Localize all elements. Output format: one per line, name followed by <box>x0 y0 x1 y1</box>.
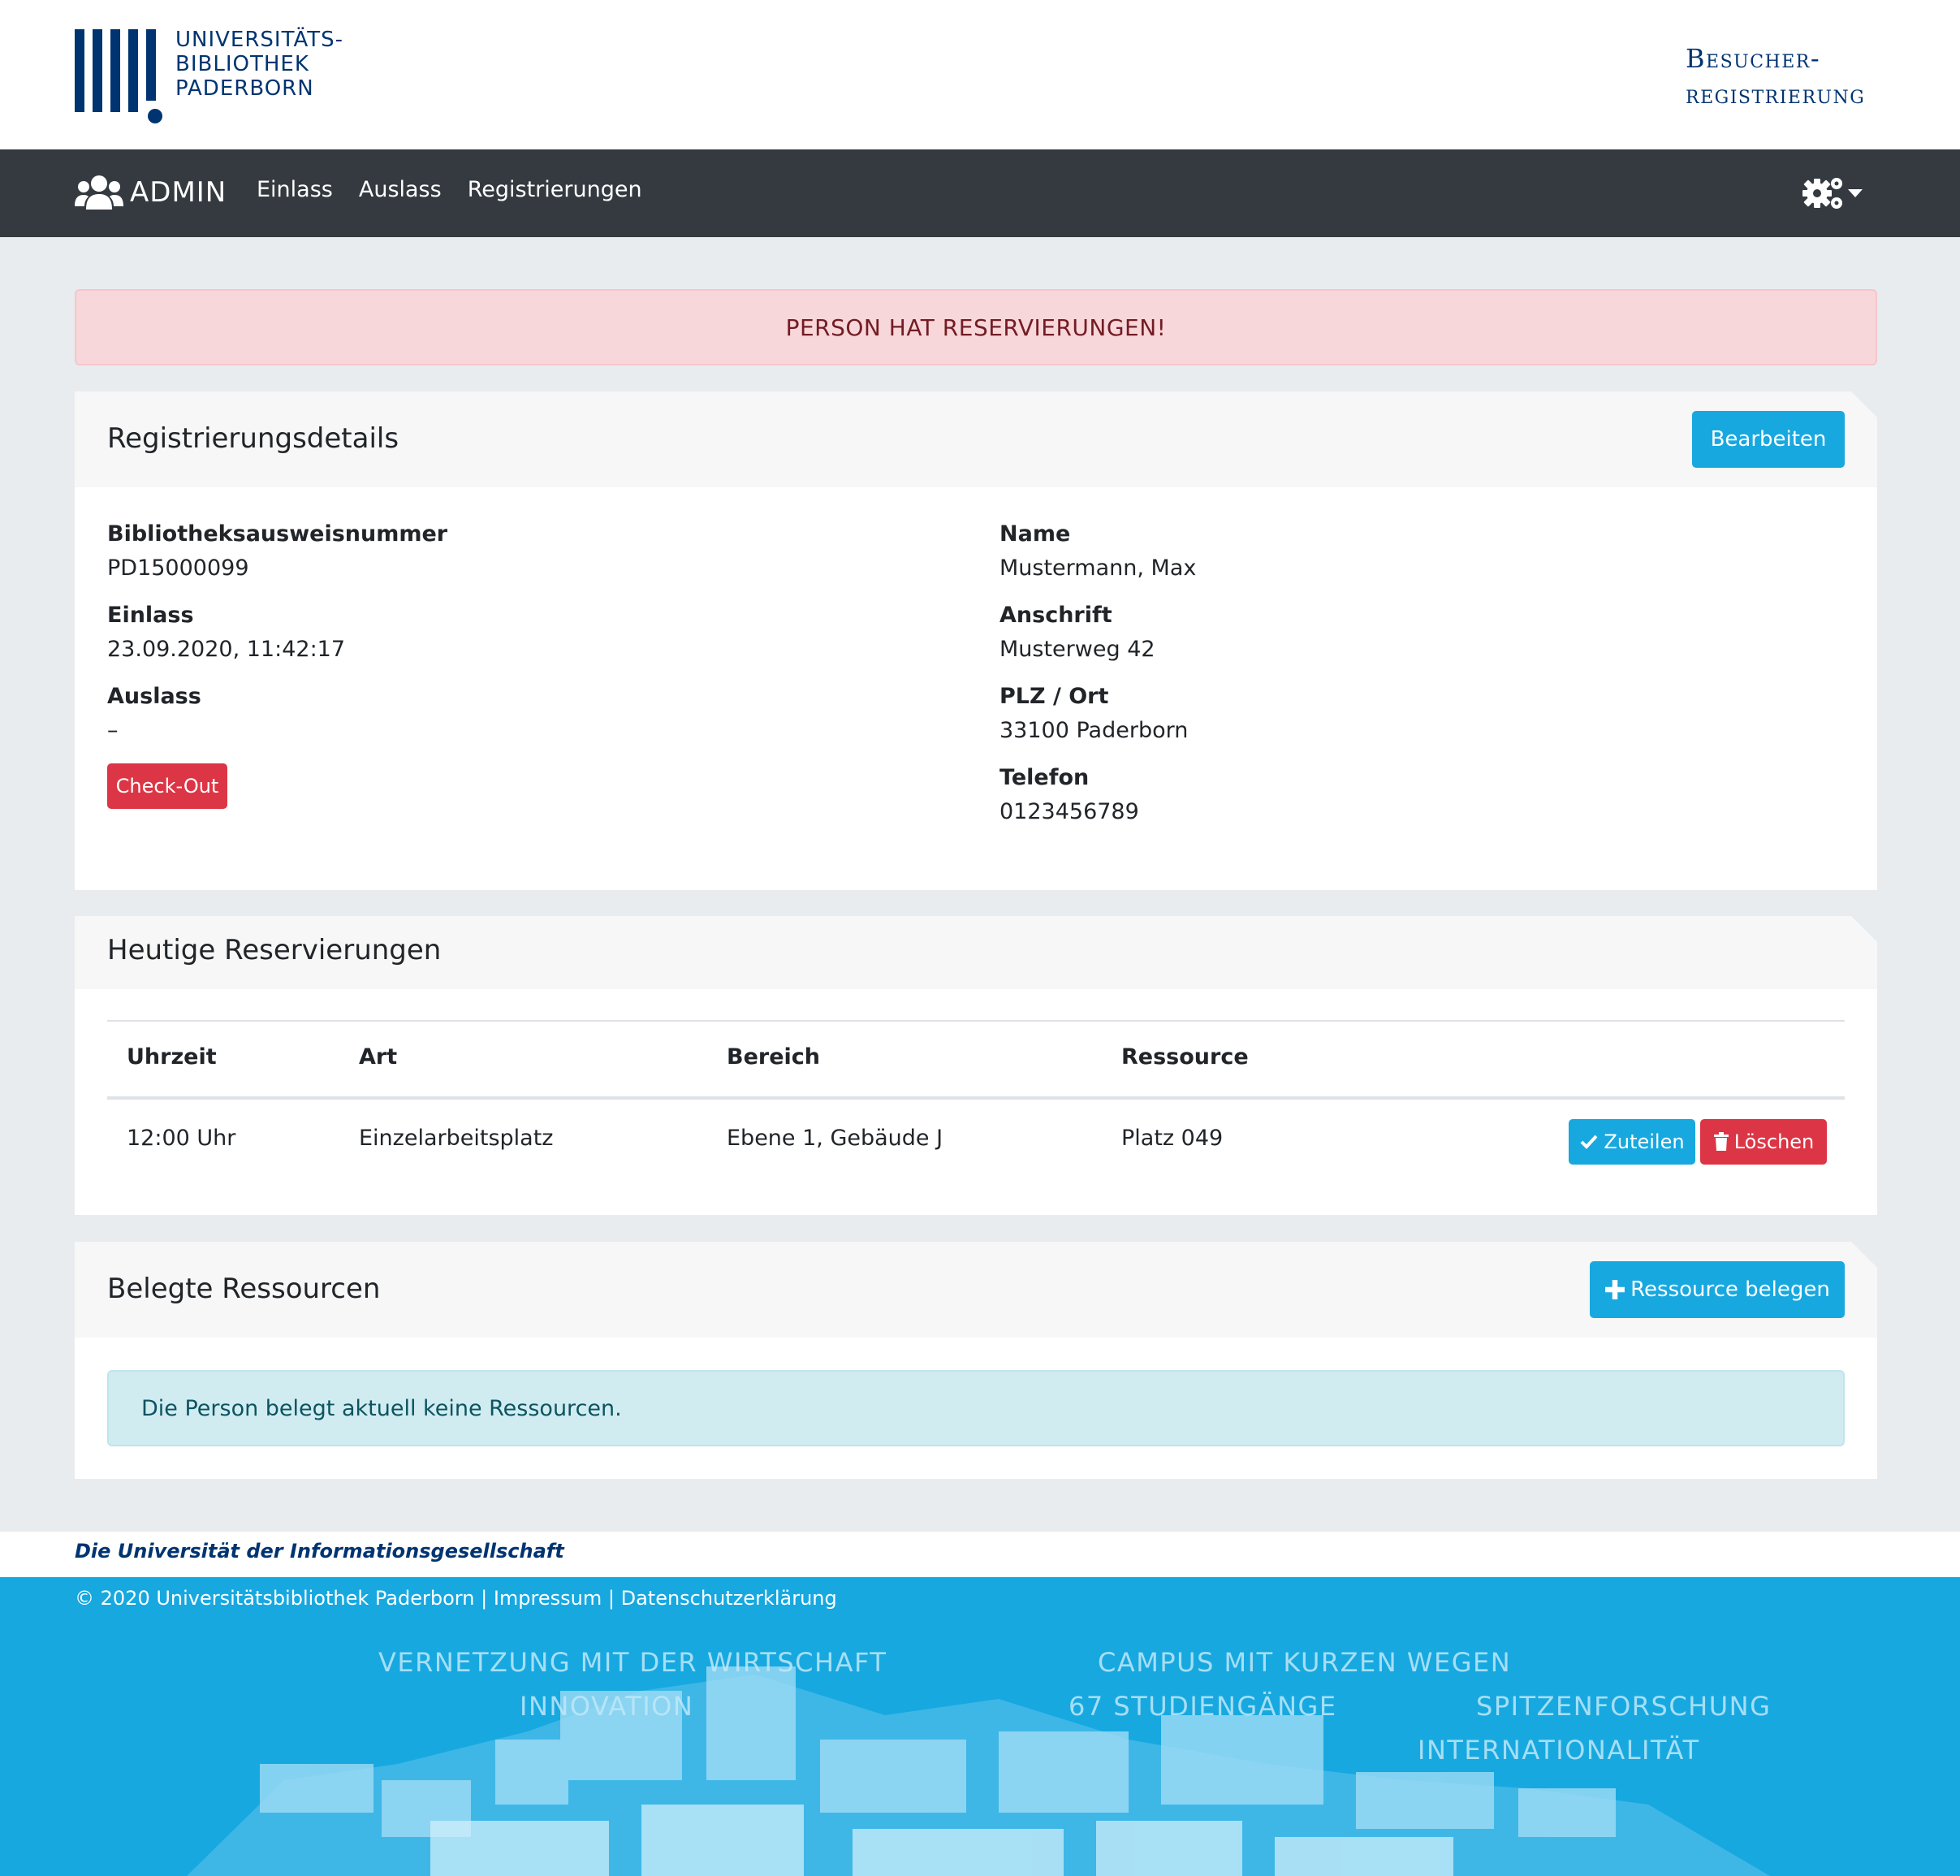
name-label: Name <box>999 521 1071 547</box>
add-resource-label: Ressource belegen <box>1630 1277 1830 1302</box>
footer-separator: | <box>481 1587 488 1610</box>
name-value: Mustermann, Max <box>999 555 1197 581</box>
logo-line: PADERBORN <box>175 76 314 101</box>
column-header-art: Art <box>359 1044 398 1070</box>
site-footer: © 2020 Universitätsbibliothek Paderborn … <box>0 1577 1960 1876</box>
app-title-line: Besucher- <box>1686 43 1821 74</box>
reservation-area: Ebene 1, Gebäude J <box>727 1126 943 1151</box>
university-tagline: Die Universität der Informationsgesellsc… <box>75 1540 564 1563</box>
address-label: Anschrift <box>999 603 1112 628</box>
entry-value: 23.09.2020, 11:42:17 <box>107 637 346 662</box>
no-resources-info: Die Person belegt aktuell keine Ressourc… <box>107 1370 1845 1446</box>
site-header: UNIVERSITÄTS- BIBLIOTHEK PADERBORN Besuc… <box>0 0 1960 149</box>
assign-button[interactable]: Zuteilen <box>1569 1119 1695 1165</box>
footer-claim: SPITZENFORSCHUNG <box>1476 1691 1772 1722</box>
users-icon <box>75 175 123 210</box>
city-label: PLZ / Ort <box>999 684 1109 709</box>
footer-claim: CAMPUS MIT KURZEN WEGEN <box>1098 1647 1512 1678</box>
navbar-brand[interactable]: ADMIN <box>75 172 227 213</box>
card-header: Belegte Ressourcen Ressource belegen <box>75 1242 1877 1338</box>
table-top-border <box>107 1020 1845 1022</box>
exit-label: Auslass <box>107 684 201 709</box>
edit-button[interactable]: Bearbeiten <box>1692 411 1845 468</box>
main-navbar: ADMIN Einlass Auslass Registrierungen <box>0 149 1960 237</box>
footer-separator: | <box>607 1587 615 1610</box>
app-title-line: registrierung <box>1686 79 1866 110</box>
nav-links: Einlass Auslass Registrierungen <box>257 177 642 202</box>
card-header: Registrierungsdetails Bearbeiten <box>75 391 1877 487</box>
gears-icon <box>1802 178 1842 209</box>
footer-claim: INNOVATION <box>520 1691 694 1722</box>
plus-icon <box>1605 1280 1625 1299</box>
reservation-type: Einzelarbeitsplatz <box>359 1126 554 1151</box>
nav-link-auslass[interactable]: Auslass <box>359 177 442 202</box>
card-title: Heutige Reservierungen <box>107 934 442 966</box>
table-header-border <box>107 1096 1845 1100</box>
logo-line: UNIVERSITÄTS- <box>175 28 343 52</box>
logo-text: UNIVERSITÄTS- BIBLIOTHEK PADERBORN <box>175 28 354 101</box>
exit-value: – <box>107 718 119 743</box>
chevron-down-icon <box>1848 189 1863 197</box>
card-title: Belegte Ressourcen <box>107 1273 381 1305</box>
card-title: Registrierungsdetails <box>107 422 399 455</box>
address-value: Musterweg 42 <box>999 637 1155 662</box>
footer-claim: INTERNATIONALITÄT <box>1418 1735 1700 1766</box>
card-number-label: Bibliotheksausweisnummer <box>107 521 448 547</box>
brand-label: ADMIN <box>130 176 227 209</box>
column-header-bereich: Bereich <box>727 1044 821 1070</box>
check-icon <box>1581 1135 1598 1149</box>
logo-line: BIBLIOTHEK <box>175 52 309 76</box>
occupied-resources-card: Belegte Ressourcen Ressource belegen Die… <box>75 1242 1877 1479</box>
university-library-logo[interactable]: UNIVERSITÄTS- BIBLIOTHEK PADERBORN <box>75 28 351 125</box>
nav-link-einlass[interactable]: Einlass <box>257 177 333 202</box>
column-header-uhrzeit: Uhrzeit <box>127 1044 217 1070</box>
card-number-value: PD15000099 <box>107 555 249 581</box>
phone-value: 0123456789 <box>999 799 1139 824</box>
checkout-button[interactable]: Check-Out <box>107 763 227 809</box>
trash-icon <box>1713 1132 1729 1151</box>
footer-claim: VERNETZUNG MIT DER WIRTSCHAFT <box>378 1647 887 1678</box>
privacy-link[interactable]: Datenschutzerklärung <box>621 1587 837 1610</box>
copyright-text: © 2020 Universitätsbibliothek Paderborn <box>75 1587 475 1610</box>
entry-label: Einlass <box>107 603 194 628</box>
reservation-time: 12:00 Uhr <box>127 1126 236 1151</box>
delete-label: Löschen <box>1733 1130 1815 1153</box>
nav-link-registrierungen[interactable]: Registrierungen <box>468 177 642 202</box>
reservation-resource: Platz 049 <box>1121 1126 1224 1151</box>
tagline-bar: Die Universität der Informationsgesellsc… <box>0 1532 1960 1577</box>
city-value: 33100 Paderborn <box>999 718 1189 743</box>
assign-label: Zuteilen <box>1604 1130 1685 1153</box>
delete-button[interactable]: Löschen <box>1700 1119 1827 1165</box>
reservations-card: Heutige Reservierungen Uhrzeit Art Berei… <box>75 916 1877 1215</box>
add-resource-button[interactable]: Ressource belegen <box>1590 1261 1845 1318</box>
footer-claim: 67 STUDIENGÄNGE <box>1069 1691 1337 1722</box>
card-header: Heutige Reservierungen <box>75 916 1877 989</box>
column-header-ressource: Ressource <box>1121 1044 1249 1070</box>
app-title: Besucher- registrierung <box>1686 41 1897 112</box>
settings-dropdown[interactable] <box>1801 174 1863 213</box>
registration-details-card: Registrierungsdetails Bearbeiten Bibliot… <box>75 391 1877 890</box>
reservation-alert: PERSON HAT RESERVIERUNGEN! <box>75 289 1877 365</box>
phone-label: Telefon <box>999 765 1090 790</box>
impressum-link[interactable]: Impressum <box>494 1587 602 1610</box>
footer-links: © 2020 Universitätsbibliothek Paderborn … <box>75 1587 837 1610</box>
logo-mark-icon <box>75 28 162 125</box>
